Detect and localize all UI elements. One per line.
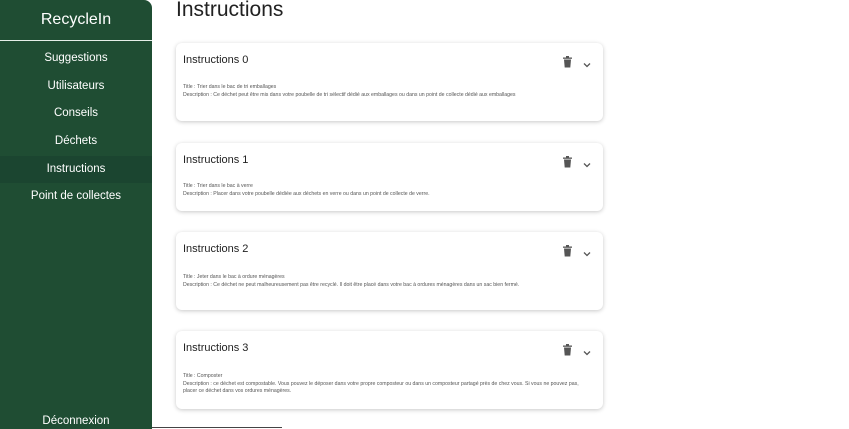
instruction-card: Instructions 2 Title : Jeter dans le bac… (176, 232, 603, 310)
card-title: Instructions 2 (183, 243, 249, 255)
trash-icon[interactable] (562, 244, 573, 257)
sidebar-item-point-de-collectes[interactable]: Point de collectes (0, 183, 152, 211)
card-title-line: Title : Trier dans le bac à verre (183, 183, 253, 189)
sidebar: RecycleIn Suggestions Utilisateurs Conse… (0, 0, 152, 429)
chevron-down-icon[interactable] (582, 344, 592, 356)
sidebar-item-dechets[interactable]: Déchets (0, 128, 152, 156)
instruction-card: Instructions 1 Title : Trier dans le bac… (176, 143, 603, 211)
sidebar-item-conseils[interactable]: Conseils (0, 100, 152, 128)
card-body: Title : Trier dans le bac de tri emballa… (183, 84, 593, 99)
card-description: Description : Placer dans votre poubelle… (183, 190, 430, 197)
trash-icon[interactable] (562, 55, 573, 68)
card-title-line: Title : Composter (183, 373, 223, 379)
trash-icon[interactable] (562, 343, 573, 356)
card-description: Description : ce déchet est compostable.… (183, 380, 579, 395)
card-body: Title : Composter Description : ce déche… (183, 373, 593, 396)
sidebar-item-utilisateurs[interactable]: Utilisateurs (0, 73, 152, 101)
card-title-line: Title : Trier dans le bac de tri emballa… (183, 84, 277, 90)
card-description: Description : Ce déchet peut être mis da… (183, 91, 516, 98)
trash-icon[interactable] (562, 155, 573, 168)
sidebar-item-suggestions[interactable]: Suggestions (0, 45, 152, 73)
sidebar-item-instructions[interactable]: Instructions (0, 155, 152, 184)
card-body: Title : Jeter dans le bac à ordure ménag… (183, 274, 593, 289)
app-title: RecycleIn (0, 0, 152, 41)
logout-button[interactable]: Déconnexion (0, 415, 152, 427)
card-title-line: Title : Jeter dans le bac à ordure ménag… (183, 274, 285, 280)
instruction-card: Instructions 0 Title : Trier dans le bac… (176, 43, 603, 121)
card-description: Description : Ce déchet ne peut malheure… (183, 281, 520, 288)
sidebar-nav: Suggestions Utilisateurs Conseils Déchet… (0, 45, 152, 211)
chevron-down-icon[interactable] (582, 245, 592, 257)
divider (152, 427, 282, 428)
instruction-card: Instructions 3 Title : Composter Descrip… (176, 331, 603, 409)
chevron-down-icon[interactable] (582, 156, 592, 168)
page-title: Instructions (176, 0, 284, 21)
card-body: Title : Trier dans le bac à verre Descri… (183, 183, 593, 198)
card-title: Instructions 0 (183, 54, 249, 66)
card-title: Instructions 1 (183, 154, 249, 166)
card-title: Instructions 3 (183, 342, 249, 354)
chevron-down-icon[interactable] (582, 56, 592, 68)
